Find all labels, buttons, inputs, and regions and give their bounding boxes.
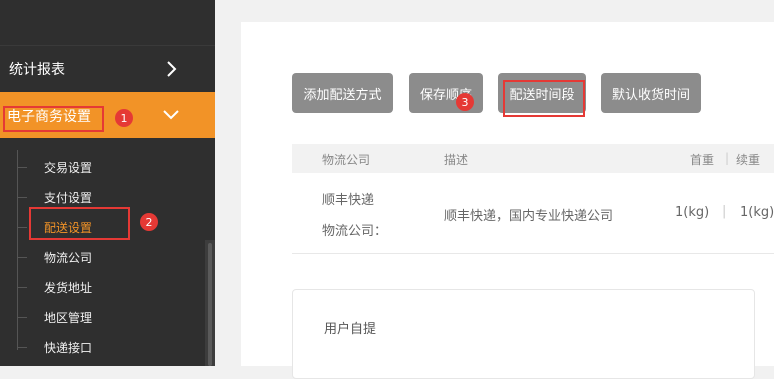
- sidebar: 统计报表 电子商务设置 交易设置 支付设置 配送设置 物流公司 发货地址 地区管…: [0, 0, 215, 366]
- chevron-right-icon: [167, 61, 177, 77]
- self-pickup-label: 用户自提: [324, 322, 377, 337]
- annotation-box-2: [29, 207, 130, 240]
- annotation-badge-1: 1: [115, 109, 133, 127]
- column-header-first-weight: 首重: [690, 153, 715, 167]
- sidebar-item-label: 统计报表: [9, 62, 65, 78]
- description-cell: 顺丰快递，国内专业快递公司: [444, 209, 614, 224]
- annotation-box-3: [503, 80, 585, 117]
- sidebar-item-stats[interactable]: 统计报表: [0, 46, 215, 92]
- sidebar-top: [0, 0, 215, 46]
- column-header-company: 物流公司: [322, 153, 371, 167]
- add-delivery-method-button[interactable]: 添加配送方式: [292, 73, 393, 113]
- column-separator: |: [725, 151, 730, 165]
- column-header-extra-weight: 续重: [736, 153, 761, 167]
- sidebar-item-trade[interactable]: 交易设置: [17, 152, 197, 182]
- submenu: 交易设置 支付设置 配送设置 物流公司 发货地址 地区管理 快递接口: [0, 138, 215, 366]
- chevron-down-icon: [163, 110, 179, 120]
- table-row: 顺丰快递 物流公司： 顺丰快递，国内专业快递公司 1(kg) | 1(kg): [292, 173, 774, 254]
- annotation-box-1: [3, 106, 104, 132]
- sidebar-item-ship-address[interactable]: 发货地址: [17, 272, 197, 302]
- sidebar-scrollbar-thumb[interactable]: [208, 243, 212, 366]
- company-label: 物流公司：: [322, 224, 388, 239]
- table-header: 物流公司 描述 首重 | 续重: [292, 144, 774, 173]
- sidebar-item-express-api[interactable]: 快递接口: [17, 332, 197, 362]
- sidebar-item-logistics[interactable]: 物流公司: [17, 242, 197, 272]
- extra-weight-cell: 1(kg): [740, 205, 774, 220]
- cell-separator: |: [722, 204, 727, 219]
- first-weight-cell: 1(kg): [675, 205, 710, 220]
- default-receive-time-button[interactable]: 默认收货时间: [601, 73, 701, 113]
- sidebar-item-region[interactable]: 地区管理: [17, 302, 197, 332]
- annotation-badge-3: 3: [456, 93, 474, 111]
- annotation-badge-2: 2: [140, 213, 158, 231]
- column-header-description: 描述: [444, 153, 469, 167]
- company-name: 顺丰快递: [322, 193, 375, 208]
